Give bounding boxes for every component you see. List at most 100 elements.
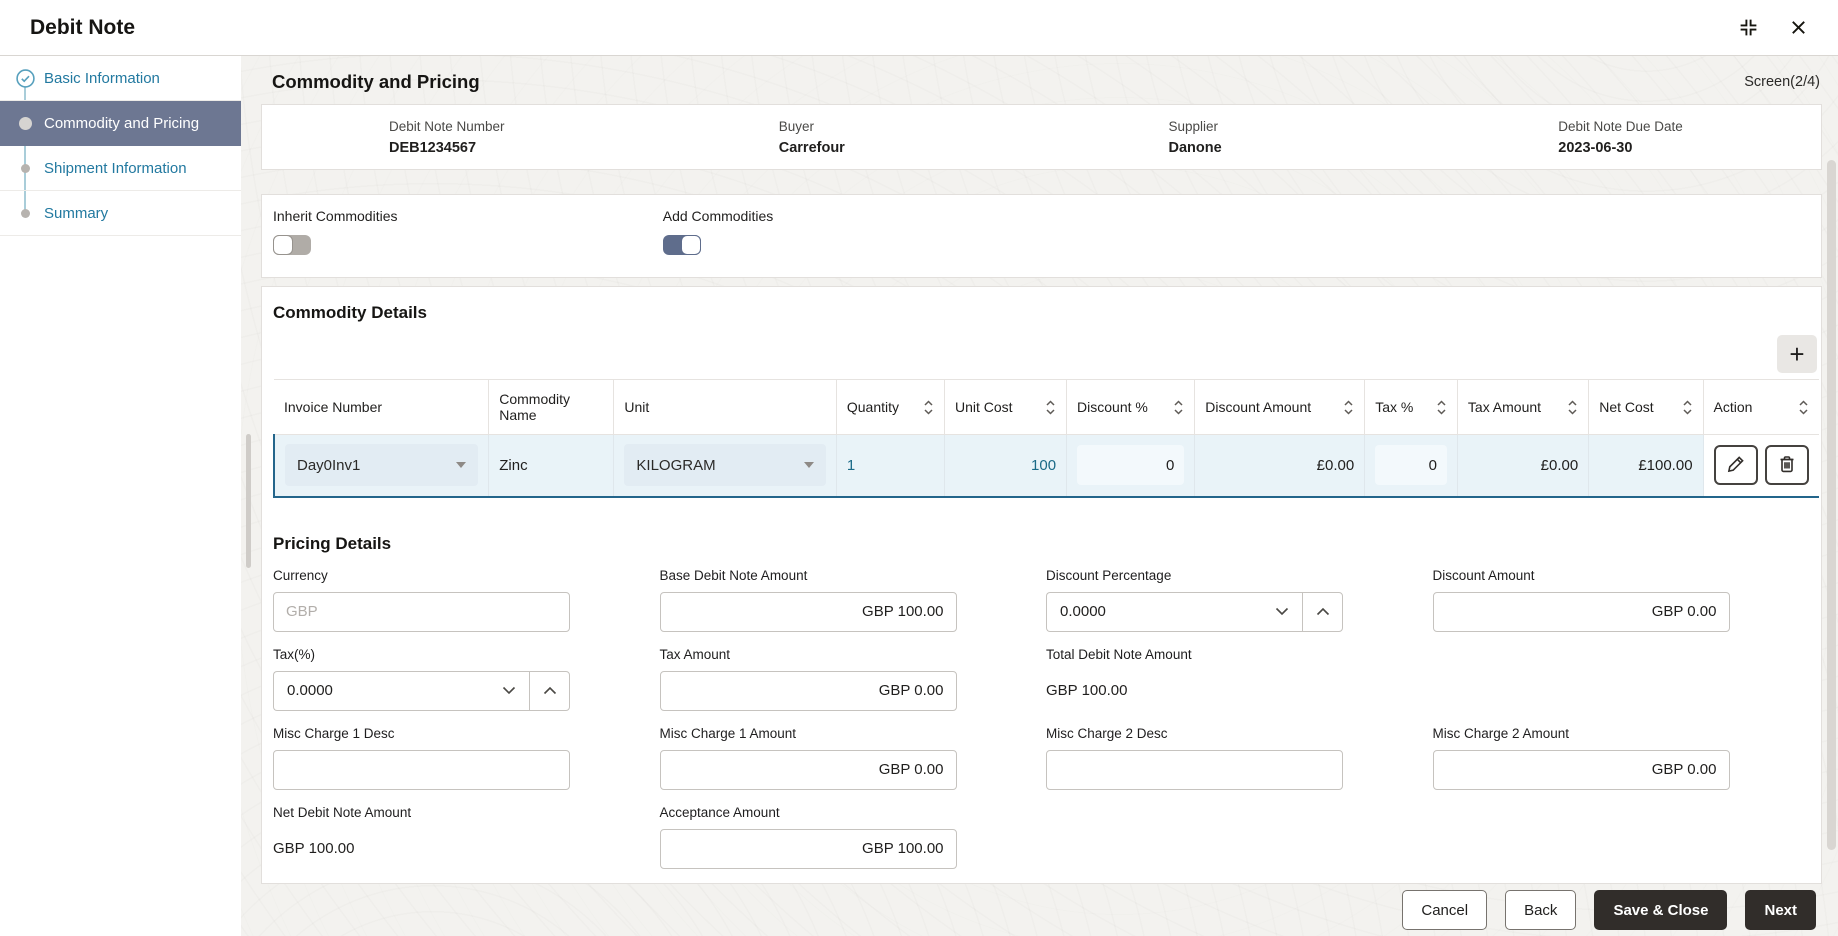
step-label: Basic Information <box>44 70 160 87</box>
commodity-table: Invoice Number Commodity Name Unit Quant… <box>273 379 1819 498</box>
discount-percentage-stepper: 0.0000 <box>1046 592 1343 632</box>
sort-icon[interactable] <box>923 399 934 416</box>
action-cell <box>1703 435 1819 497</box>
add-commodity-button[interactable]: + <box>1777 335 1817 373</box>
col-action[interactable]: Action <box>1703 380 1819 435</box>
col-commodity-name: Commodity Name <box>489 380 614 435</box>
stepper-increment-button[interactable] <box>1302 592 1343 632</box>
invoice-number-cell: Day0Inv1 <box>274 435 489 497</box>
total-amount-field: Total Debit Note Amount GBP 100.00 <box>1046 647 1343 711</box>
discount-percentage-value-box[interactable]: 0.0000 <box>1046 592 1302 632</box>
quantity-cell[interactable]: 1 <box>836 435 944 497</box>
misc-charge-1-desc-field: Misc Charge 1 Desc <box>273 726 570 790</box>
col-discount-pct[interactable]: Discount % <box>1067 380 1195 435</box>
debit-note-number-field: Debit Note Number DEB1234567 <box>262 119 652 156</box>
misc-charge-1-amount-field: Misc Charge 1 Amount <box>660 726 957 790</box>
table-row: Day0Inv1 Zinc KILOGRAM <box>274 435 1819 497</box>
table-mini-scrollbar[interactable] <box>246 434 251 568</box>
sidebar-item-commodity-and-pricing[interactable]: Commodity and Pricing <box>0 101 241 146</box>
discount-amount-input[interactable] <box>1433 592 1730 632</box>
sort-icon[interactable] <box>1567 399 1578 416</box>
misc-charge-1-desc-label: Misc Charge 1 Desc <box>273 726 570 741</box>
edit-row-button[interactable] <box>1714 445 1758 485</box>
net-amount-field: Net Debit Note Amount GBP 100.00 <box>273 805 570 869</box>
pricing-grid: Currency Base Debit Note Amount Discount… <box>273 568 1819 869</box>
sort-icon[interactable] <box>1436 399 1447 416</box>
chevron-up-icon <box>1316 604 1330 619</box>
window-title: Debit Note <box>30 16 135 40</box>
vertical-scrollbar[interactable] <box>1827 160 1836 850</box>
sort-icon[interactable] <box>1045 399 1056 416</box>
delete-row-button[interactable] <box>1765 445 1809 485</box>
discount-amount-field: Discount Amount <box>1433 568 1730 632</box>
sort-icon[interactable] <box>1798 399 1809 416</box>
chevron-down-icon[interactable] <box>1275 603 1289 621</box>
chevron-down-icon <box>804 462 814 468</box>
base-amount-input[interactable] <box>660 592 957 632</box>
due-date-label: Debit Note Due Date <box>1558 119 1821 134</box>
due-date-field: Debit Note Due Date 2023-06-30 <box>1431 119 1821 156</box>
col-unit: Unit <box>614 380 836 435</box>
page-title: Commodity and Pricing <box>272 71 480 93</box>
footer-action-bar: Cancel Back Save & Close Next <box>241 884 1838 936</box>
cancel-button[interactable]: Cancel <box>1402 890 1487 930</box>
currency-input[interactable] <box>273 592 570 632</box>
discount-pct-input[interactable]: 0 <box>1077 445 1184 485</box>
wizard-sidebar: Basic Information Commodity and Pricing … <box>0 56 241 936</box>
col-tax-pct[interactable]: Tax % <box>1365 380 1458 435</box>
tax-amount-input[interactable] <box>660 671 957 711</box>
chevron-down-icon[interactable] <box>502 682 516 700</box>
misc-charge-2-amount-field: Misc Charge 2 Amount <box>1433 726 1730 790</box>
pending-step-dot-icon <box>15 164 35 173</box>
col-unit-cost[interactable]: Unit Cost <box>945 380 1067 435</box>
unit-select[interactable]: KILOGRAM <box>624 444 825 486</box>
tax-amount-field: Tax Amount <box>660 647 957 711</box>
sidebar-item-summary[interactable]: Summary <box>0 191 241 236</box>
screen-indicator: Screen(2/4) <box>1744 74 1820 90</box>
misc-charge-2-desc-input[interactable] <box>1046 750 1343 790</box>
sidebar-item-basic-information[interactable]: Basic Information <box>0 56 241 101</box>
base-amount-field: Base Debit Note Amount <box>660 568 957 632</box>
buyer-label: Buyer <box>779 119 1042 134</box>
col-tax-amount[interactable]: Tax Amount <box>1457 380 1588 435</box>
inherit-commodities-field: Inherit Commodities <box>262 208 652 277</box>
add-commodities-toggle[interactable] <box>663 235 701 255</box>
tax-percentage-value-box[interactable]: 0.0000 <box>273 671 529 711</box>
sort-icon[interactable] <box>1682 399 1693 416</box>
add-commodities-label: Add Commodities <box>663 208 1042 224</box>
check-circle-icon <box>15 69 35 88</box>
sidebar-item-shipment-information[interactable]: Shipment Information <box>0 146 241 191</box>
chevron-up-icon <box>543 683 557 698</box>
unit-cost-cell[interactable]: 100 <box>945 435 1067 497</box>
step-label: Shipment Information <box>44 160 187 177</box>
next-button[interactable]: Next <box>1745 890 1816 930</box>
tax-pct-input[interactable]: 0 <box>1375 445 1447 485</box>
invoice-number-select[interactable]: Day0Inv1 <box>285 444 478 486</box>
close-icon[interactable] <box>1787 16 1810 39</box>
save-and-close-button[interactable]: Save & Close <box>1594 890 1727 930</box>
step-label: Commodity and Pricing <box>44 115 199 132</box>
buyer-field: Buyer Carrefour <box>652 119 1042 156</box>
acceptance-amount-input[interactable] <box>660 829 957 869</box>
collapse-icon[interactable] <box>1736 15 1761 40</box>
supplier-value: Danone <box>1169 140 1432 156</box>
debit-note-number-label: Debit Note Number <box>389 119 652 134</box>
col-discount-amount[interactable]: Discount Amount <box>1195 380 1365 435</box>
misc-charge-2-amount-input[interactable] <box>1433 750 1730 790</box>
discount-percentage-label: Discount Percentage <box>1046 568 1343 583</box>
discount-pct-cell: 0 <box>1067 435 1195 497</box>
tax-percentage-stepper: 0.0000 <box>273 671 570 711</box>
col-quantity[interactable]: Quantity <box>836 380 944 435</box>
content-area: Commodity and Pricing Screen(2/4) Debit … <box>241 56 1838 936</box>
discount-amount-cell: £0.00 <box>1195 435 1365 497</box>
stepper-increment-button[interactable] <box>529 671 570 711</box>
tax-percentage-field: Tax(%) 0.0000 <box>273 647 570 711</box>
inherit-commodities-toggle[interactable] <box>273 235 311 255</box>
back-button[interactable]: Back <box>1505 890 1576 930</box>
total-amount-value: GBP 100.00 <box>1046 671 1343 711</box>
misc-charge-1-amount-input[interactable] <box>660 750 957 790</box>
misc-charge-1-desc-input[interactable] <box>273 750 570 790</box>
col-net-cost[interactable]: Net Cost <box>1589 380 1703 435</box>
sort-icon[interactable] <box>1173 399 1184 416</box>
sort-icon[interactable] <box>1343 399 1354 416</box>
